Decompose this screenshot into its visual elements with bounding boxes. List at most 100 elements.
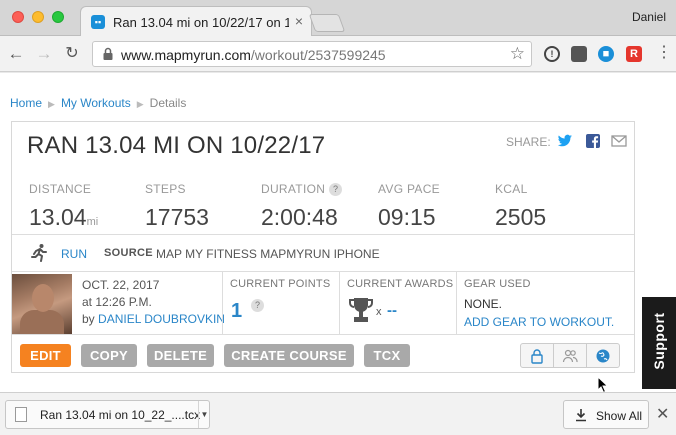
close-download-bar-icon[interactable]: ✕ [656, 404, 669, 424]
create-course-button[interactable]: CREATE COURSE [224, 344, 354, 367]
red-r-ext-icon[interactable]: R [626, 46, 642, 62]
info-ext-icon[interactable]: ! [544, 46, 560, 62]
by-label: by [82, 312, 95, 326]
stat-value-kcal: 2505 [495, 204, 547, 230]
file-icon [15, 407, 27, 422]
globe-icon [596, 349, 610, 363]
chevron-down-icon[interactable]: ▼ [198, 401, 210, 428]
lock-icon [531, 349, 543, 364]
browser-toolbar: ← → ↻ www.mapmyrun.com/workout/253759924… [0, 36, 676, 72]
facebook-icon[interactable] [584, 132, 602, 150]
edit-button[interactable]: EDIT [20, 344, 71, 367]
privacy-friends-button[interactable] [553, 343, 587, 368]
points-value: 1 [231, 300, 243, 322]
page-content: Home ▶ My Workouts ▶ Details RAN 13.04 MI ON… [0, 73, 676, 393]
awards-count: -- [387, 302, 397, 319]
url-text[interactable]: www.mapmyrun.com/workout/2537599245 [121, 47, 386, 63]
distance-unit: mi [86, 216, 99, 228]
url-path: /workout/2537599245 [250, 47, 386, 63]
source-value: MAP MY FITNESS MAPMYRUN IPHONE [156, 247, 380, 261]
privacy-public-button[interactable] [586, 343, 620, 368]
tab-close-icon[interactable]: × [295, 13, 303, 29]
activity-type-link[interactable]: RUN [61, 247, 87, 261]
current-points-column: CURRENT POINTS 1 ? [222, 272, 339, 334]
stat-kcal: KCAL 2505 [495, 182, 546, 231]
download-item[interactable]: Ran 13.04 mi on 10_22_....tcx ▼ [5, 400, 210, 429]
page-title: RAN 13.04 MI ON 10/22/17 [27, 132, 326, 159]
close-window-button[interactable] [12, 11, 24, 23]
zoom-window-button[interactable] [52, 11, 64, 23]
stat-label-distance: DISTANCE [29, 182, 92, 196]
action-bar: EDIT COPY DELETE CREATE COURSE TCX [12, 335, 634, 372]
tcx-export-button[interactable]: TCX [364, 344, 410, 367]
mapmyrun-favicon-icon: ▪▪ [91, 15, 105, 29]
stat-value-duration: 2:00:48 [261, 204, 338, 230]
new-tab-button[interactable] [308, 14, 346, 32]
bookmark-star-icon[interactable]: ☆ [510, 44, 525, 64]
add-gear-link[interactable]: ADD GEAR TO WORKOUT. [464, 315, 614, 329]
user-name-link[interactable]: DANIEL DOUBROVKIN [98, 312, 225, 326]
points-label: CURRENT POINTS [230, 278, 331, 290]
gray-ext-icon[interactable] [571, 46, 587, 62]
privacy-private-button[interactable] [520, 343, 554, 368]
workout-date-block: OCT. 22, 2017 at 12:26 P.M. by DANIEL DO… [82, 277, 225, 328]
workout-author: by DANIEL DOUBROVKIN [82, 311, 225, 328]
address-bar[interactable]: www.mapmyrun.com/workout/2537599245 ☆ [92, 41, 532, 67]
copy-button[interactable]: COPY [81, 344, 137, 367]
duration-label-text: DURATION [261, 182, 326, 196]
stat-value-steps: 17753 [145, 204, 209, 230]
breadcrumb-home[interactable]: Home [10, 96, 42, 110]
avatar-face-shape [32, 284, 54, 312]
browser-tab-active[interactable]: ▪▪ Ran 13.04 mi on 10/22/17 on 10 × [80, 6, 312, 37]
avatar[interactable] [12, 274, 72, 334]
show-all-button[interactable]: Show All [563, 400, 649, 429]
duration-help-icon[interactable]: ? [329, 183, 343, 196]
forward-arrow-icon[interactable]: → [34, 44, 54, 64]
back-arrow-icon[interactable]: ← [6, 44, 26, 64]
workout-time: at 12:26 P.M. [82, 295, 152, 309]
stat-label-steps: STEPS [145, 182, 186, 196]
breadcrumb-separator-icon: ▶ [136, 99, 144, 109]
twitter-icon[interactable] [556, 132, 574, 150]
stat-label-duration: DURATION? [261, 182, 343, 196]
delete-button[interactable]: DELETE [147, 344, 214, 367]
current-awards-column: CURRENT AWARDS x -- [339, 272, 456, 334]
trophy-icon [349, 298, 373, 322]
support-label: Support [651, 312, 667, 370]
breadcrumb-separator-icon: ▶ [48, 99, 55, 109]
source-label: SOURCE [104, 247, 153, 259]
stat-avg-pace: AVG PACE 09:15 [378, 182, 440, 231]
workout-card: RAN 13.04 MI ON 10/22/17 SHARE: DISTANCE… [11, 121, 635, 373]
workout-date: OCT. 22, 2017 [82, 278, 160, 292]
avatar-body-shape [20, 310, 64, 334]
stat-distance: DISTANCE 13.04mi [29, 182, 98, 231]
breadcrumb-my-workouts[interactable]: My Workouts [61, 96, 131, 110]
stat-steps: STEPS 17753 [145, 182, 209, 231]
stat-value-distance: 13.04mi [29, 204, 98, 231]
email-icon[interactable] [610, 132, 628, 150]
download-bar: Ran 13.04 mi on 10_22_....tcx ▼ Show All… [0, 392, 676, 435]
tab-title: Ran 13.04 mi on 10/22/17 on 10 [113, 15, 289, 30]
gear-label: GEAR USED [464, 278, 531, 290]
profile-name[interactable]: Daniel [632, 10, 666, 24]
window-titlebar: ▪▪ Ran 13.04 mi on 10/22/17 on 10 × Dani… [0, 0, 676, 37]
gear-used-column: GEAR USED NONE. ADD GEAR TO WORKOUT. [456, 272, 634, 334]
show-all-label: Show All [596, 409, 643, 423]
reload-icon[interactable]: ↻ [62, 44, 82, 64]
download-file-name: Ran 13.04 mi on 10_22_....tcx [40, 408, 201, 422]
video-ext-icon[interactable]: ■ [598, 46, 614, 62]
details-row: OCT. 22, 2017 at 12:26 P.M. by DANIEL DO… [12, 271, 634, 335]
browser-menu-icon[interactable]: ⋮ [656, 45, 672, 61]
activity-row: RUN SOURCE MAP MY FITNESS MAPMYRUN IPHON… [12, 234, 634, 271]
download-icon [576, 409, 586, 422]
support-tab[interactable]: Support [642, 297, 676, 389]
url-domain: www.mapmyrun.com [121, 47, 251, 63]
breadcrumb: Home ▶ My Workouts ▶ Details [10, 96, 186, 110]
awards-label: CURRENT AWARDS [347, 278, 454, 290]
minimize-window-button[interactable] [32, 11, 44, 23]
stat-duration: DURATION? 2:00:48 [261, 182, 343, 231]
friends-icon [562, 349, 578, 363]
share-label: SHARE: [506, 135, 551, 149]
points-help-icon[interactable]: ? [251, 299, 264, 312]
awards-multiplier: x [376, 306, 382, 318]
